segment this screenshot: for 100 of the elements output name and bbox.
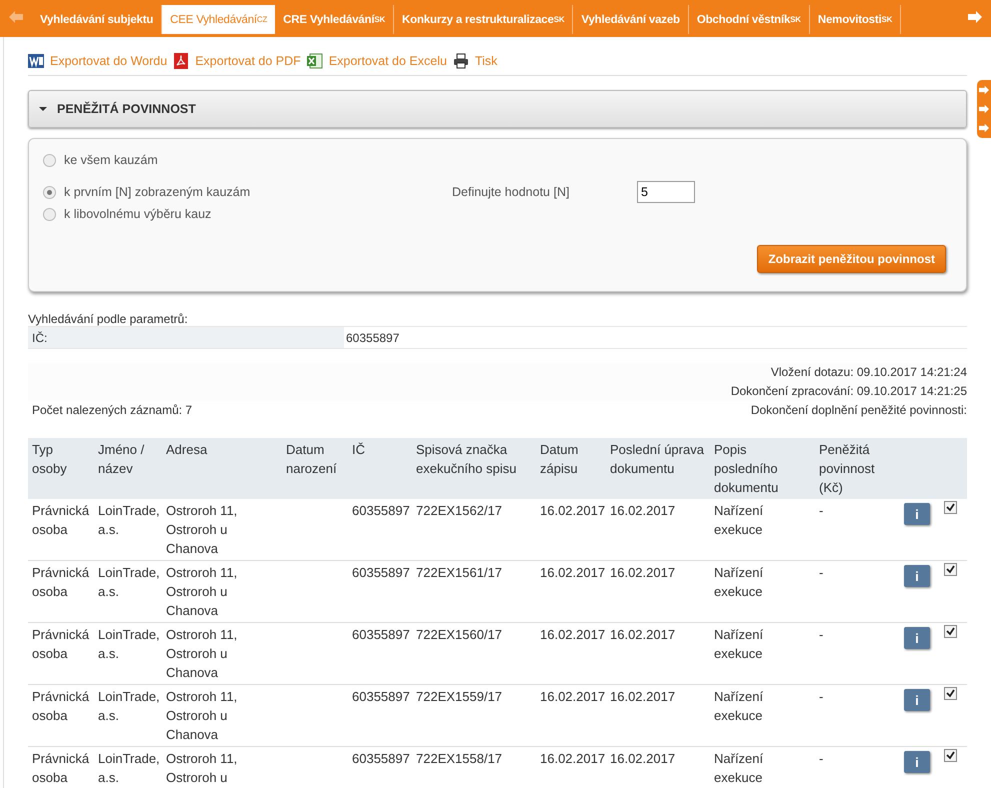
table-cell: LoinTrade, a.s.	[94, 560, 162, 622]
info-button[interactable]: i	[904, 627, 930, 649]
table-cell: Ostroroh 11, Ostroroh u Chanova	[162, 684, 282, 746]
column-header: Jméno / název	[94, 438, 162, 499]
left-arrow-icon	[9, 11, 23, 23]
table-cell: Právnická osoba	[28, 560, 94, 622]
param-label: IČ:	[28, 327, 344, 348]
table-cell: 722EX1559/17	[412, 684, 536, 746]
checkbox[interactable]	[944, 687, 957, 700]
option-label[interactable]: k libovolnému výběru kauz	[64, 207, 212, 221]
check-icon	[946, 565, 955, 574]
export-link[interactable]: Exportovat do Excelu	[328, 53, 447, 69]
table-cell: 60355897	[348, 622, 412, 684]
radio-button[interactable]	[43, 186, 56, 198]
table-cell: 16.02.2017	[606, 499, 710, 560]
column-header: Datum narození	[282, 438, 348, 499]
checkbox[interactable]	[944, 501, 957, 514]
input-field[interactable]: 5	[637, 181, 695, 203]
info-button[interactable]: i	[904, 565, 930, 587]
check-icon	[946, 689, 955, 698]
table-cell: Nařízení exekuce	[710, 746, 815, 788]
table-cell: Právnická osoba	[28, 499, 94, 560]
table-cell: 722EX1560/17	[412, 622, 536, 684]
table-cell: 16.02.2017	[536, 684, 606, 746]
check-icon	[946, 503, 955, 512]
table-cell: 60355897	[348, 684, 412, 746]
params-title: Vyhledávání podle parametrů:	[28, 312, 189, 326]
column-header: Poslední úprava dokumentu	[606, 438, 710, 499]
table-cell: 722EX1562/17	[412, 499, 536, 560]
query-time: Vložení dotazu: 09.10.2017 14:21:24	[770, 364, 967, 381]
table-cell: Právnická osoba	[28, 622, 94, 684]
checkbox[interactable]	[944, 563, 957, 576]
section-header[interactable]: PENĚŽITÁ POVINNOST	[28, 90, 967, 128]
table-cell: -	[815, 746, 900, 788]
table-cell: Právnická osoba	[28, 684, 94, 746]
table-cell: Nařízení exekuce	[710, 684, 815, 746]
right-arrow-icon	[979, 123, 989, 134]
column-header: Typ osoby	[28, 438, 94, 499]
check-icon	[946, 751, 955, 760]
table-cell: -	[815, 622, 900, 684]
radio-button[interactable]	[43, 208, 56, 220]
export-link[interactable]: Exportovat do PDF	[195, 53, 301, 69]
printer-icon	[452, 53, 469, 69]
table-cell: Ostroroh 11, Ostroroh u Chanova	[162, 622, 282, 684]
supplement-time: Dokončení doplnění peněžité povinnosti:	[750, 402, 967, 419]
tab[interactable]: Vyhledávání vazeb	[573, 5, 689, 34]
table-cell: Nařízení exekuce	[710, 622, 815, 684]
table-cell: 16.02.2017	[536, 560, 606, 622]
table-cell: 60355897	[348, 499, 412, 560]
column-header: Peněžitá povinnost (Kč)	[815, 438, 900, 499]
table-cell: LoinTrade, a.s.	[94, 684, 162, 746]
column-header: Datum zápisu	[536, 438, 606, 499]
spreadsheet-icon	[306, 53, 323, 69]
table-cell: 60355897	[348, 746, 412, 788]
export-link[interactable]: Tisk	[474, 53, 498, 69]
column-header: Spisová značka exekučního spisu	[412, 438, 536, 499]
export-link[interactable]: Exportovat do Wordu	[50, 53, 168, 69]
table-cell: 16.02.2017	[606, 684, 710, 746]
table-cell: 16.02.2017	[536, 746, 606, 788]
table-cell: LoinTrade, a.s.	[94, 746, 162, 788]
table-cell: Ostroroh 11, Ostroroh u	[162, 746, 282, 788]
table-cell: 60355897	[348, 560, 412, 622]
right-arrow-icon	[968, 11, 982, 23]
table-cell: 16.02.2017	[606, 746, 710, 788]
table-cell: -	[815, 560, 900, 622]
show-button[interactable]: Zobrazit peněžitou povinnost	[757, 245, 946, 273]
table-cell: -	[815, 499, 900, 560]
table-cell: Ostroroh 11, Ostroroh u Chanova	[162, 499, 282, 560]
table-cell: Ostroroh 11, Ostroroh u Chanova	[162, 560, 282, 622]
table-cell: 16.02.2017	[606, 622, 710, 684]
table-cell: -	[815, 684, 900, 746]
info-button[interactable]: i	[904, 503, 930, 525]
word-doc-icon	[28, 53, 44, 69]
pdf-doc-icon	[173, 53, 190, 69]
table-cell: Nařízení exekuce	[710, 560, 815, 622]
checkbox[interactable]	[944, 625, 957, 638]
table-cell: 16.02.2017	[536, 499, 606, 560]
result-count: Počet nalezených záznamů: 7	[32, 402, 192, 419]
table-cell: 722EX1558/17	[412, 746, 536, 788]
table-cell: Právnická osoba	[28, 746, 94, 788]
radio-button[interactable]	[43, 154, 56, 166]
option-label[interactable]: k prvním [N] zobrazeným kauzám	[64, 185, 250, 199]
option-label[interactable]: ke všem kauzám	[64, 153, 158, 167]
table-cell: LoinTrade, a.s.	[94, 622, 162, 684]
right-arrow-icon	[979, 104, 989, 114]
info-button[interactable]: i	[904, 689, 930, 711]
table-cell: 16.02.2017	[606, 560, 710, 622]
field-label: Definujte hodnotu [N]	[452, 185, 570, 199]
column-header: Adresa	[162, 438, 282, 499]
checkbox[interactable]	[944, 749, 957, 762]
column-header: Popis posledního dokumentu	[710, 438, 815, 499]
column-header: IČ	[348, 438, 412, 499]
check-icon	[946, 627, 955, 636]
table-cell: LoinTrade, a.s.	[94, 499, 162, 560]
right-arrow-icon	[979, 84, 989, 95]
side-panel-tab[interactable]	[977, 80, 991, 138]
param-value: 60355897	[345, 330, 400, 344]
section-title: PENĚŽITÁ POVINNOST	[57, 102, 196, 116]
table-cell: 16.02.2017	[536, 622, 606, 684]
info-button[interactable]: i	[904, 751, 930, 773]
